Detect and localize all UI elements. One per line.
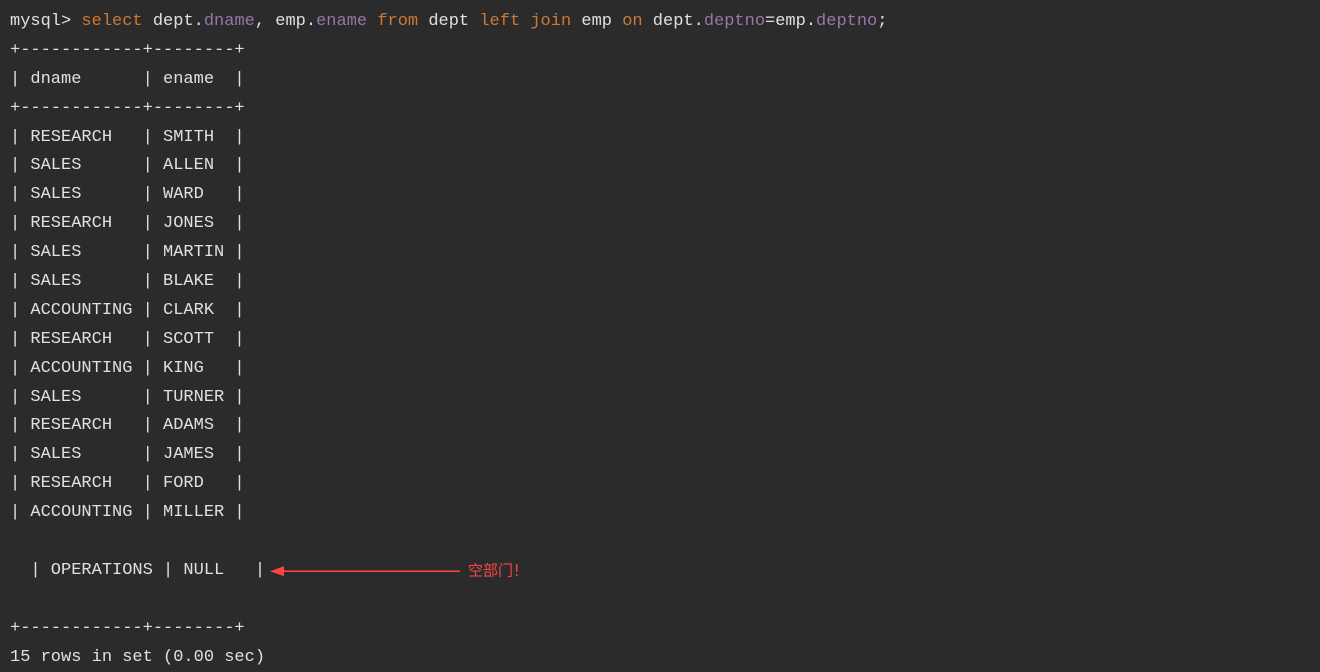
keyword-on: on: [622, 12, 642, 31]
keyword-select: select: [81, 12, 142, 31]
table-row: | RESEARCH | SCOTT |: [10, 326, 1310, 355]
table-row: | ACCOUNTING | KING |: [10, 355, 1310, 384]
cond2-col: deptno: [816, 12, 877, 31]
table-row: | RESEARCH | SMITH |: [10, 124, 1310, 153]
keyword-left: left: [479, 12, 520, 31]
table-row: | SALES | JAMES |: [10, 441, 1310, 470]
table-row: | SALES | ALLEN |: [10, 152, 1310, 181]
field2-table: emp: [275, 12, 306, 31]
annotation: 空部门！: [270, 559, 528, 585]
keyword-from: from: [377, 12, 418, 31]
cond1-table: dept: [653, 12, 694, 31]
arrow-icon: [270, 561, 460, 581]
table-row: | SALES | TURNER |: [10, 384, 1310, 413]
field1-table: dept: [153, 12, 194, 31]
table-header: | dname | ename |: [10, 66, 1310, 95]
table1: dept: [428, 12, 469, 31]
result-summary: 15 rows in set (0.00 sec): [10, 644, 1310, 672]
table-row: | SALES | BLAKE |: [10, 268, 1310, 297]
cond1-col: deptno: [704, 12, 765, 31]
keyword-join: join: [530, 12, 571, 31]
prompt: mysql>: [10, 12, 71, 31]
mysql-prompt-line: mysql> select dept.dname, emp.ename from…: [10, 8, 1310, 37]
table-border-top: +------------+--------+: [10, 37, 1310, 66]
table2: emp: [581, 12, 612, 31]
field1-col: dname: [204, 12, 255, 31]
table-border-mid: +------------+--------+: [10, 95, 1310, 124]
table-row: | ACCOUNTING | CLARK |: [10, 297, 1310, 326]
table-row: | SALES | MARTIN |: [10, 239, 1310, 268]
table-border-bot: +------------+--------+: [10, 615, 1310, 644]
table-row-annotated: | OPERATIONS | NULL | 空部门！: [10, 528, 1310, 615]
table-row: | RESEARCH | JONES |: [10, 210, 1310, 239]
table-row: | SALES | WARD |: [10, 181, 1310, 210]
field2-col: ename: [316, 12, 367, 31]
cond2-table: emp: [775, 12, 806, 31]
table-row: | RESEARCH | FORD |: [10, 470, 1310, 499]
table-row: | ACCOUNTING | MILLER |: [10, 499, 1310, 528]
table-row: | RESEARCH | ADAMS |: [10, 412, 1310, 441]
table-row: | OPERATIONS | NULL |: [30, 561, 265, 580]
annotation-text: 空部门！: [468, 559, 528, 585]
